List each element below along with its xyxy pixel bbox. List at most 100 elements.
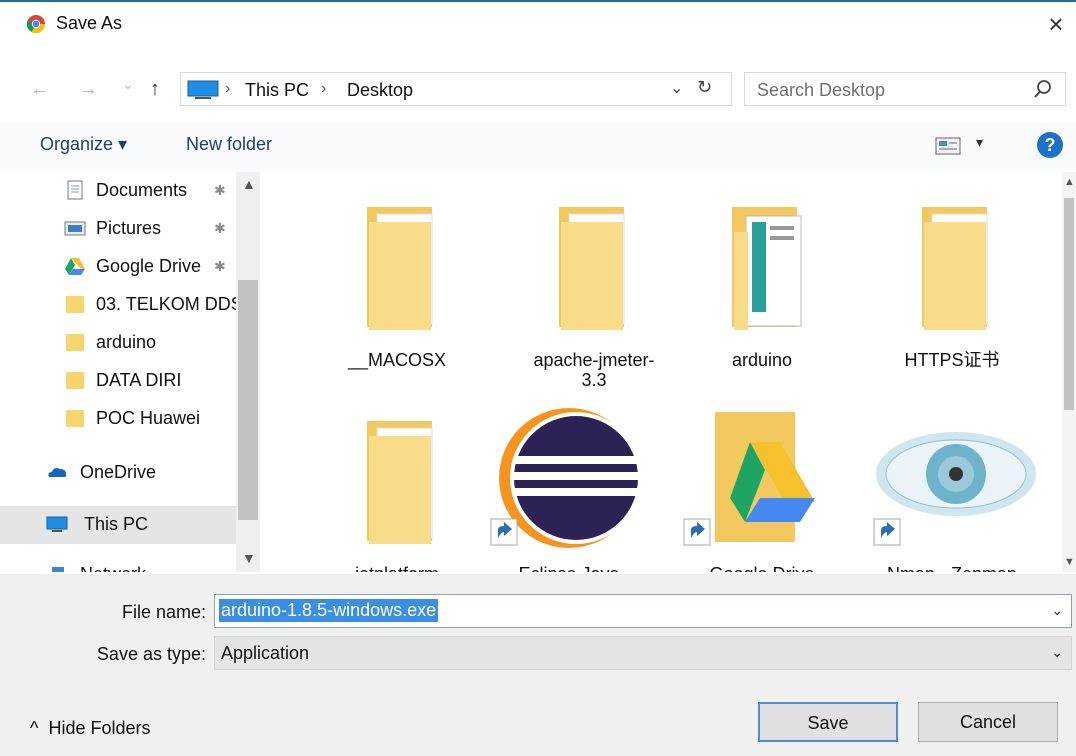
chrome-icon (26, 15, 45, 34)
breadcrumb-separator: › (225, 80, 231, 97)
sidebar-item-documents[interactable]: Documents ✱ (0, 172, 236, 210)
save-type-label: Save as type: (96, 644, 206, 664)
network-icon (52, 567, 64, 572)
file-name: iotplatform (302, 564, 492, 572)
folder-icon (66, 296, 84, 313)
pin-icon: ✱ (214, 258, 226, 274)
file-name-field[interactable]: arduino-1.8.5-windows.exe ⌄ (214, 594, 1072, 628)
folder-icon (66, 372, 84, 389)
sidebar-item-label: arduino (96, 332, 157, 352)
view-dropdown-icon[interactable]: ▾ (976, 134, 983, 151)
file-name: __MACOSX (347, 350, 447, 370)
address-row: ← → ⌄ ↑ › This PC › Desktop ⌄ ↻ Search D… (0, 68, 1076, 112)
save-type-select[interactable]: Application ⌄ (214, 636, 1072, 670)
sidebar-item-pictures[interactable]: Pictures ✱ (0, 210, 236, 248)
folder-icon (922, 207, 988, 330)
breadcrumb-separator: › (321, 80, 327, 97)
sidebar-item-data-diri[interactable]: DATA DIRI (0, 362, 236, 400)
view-options-icon[interactable] (935, 136, 961, 156)
breadcrumb-desktop[interactable]: Desktop (347, 80, 413, 101)
sidebar-item-telkom-dds[interactable]: 03. TELKOM DDS (0, 286, 243, 324)
onedrive-icon (48, 468, 67, 477)
file-item-arduino[interactable]: arduino (667, 182, 857, 382)
help-icon[interactable]: ? (1037, 132, 1063, 158)
save-as-dialog: Save As × ← → ⌄ ↑ › This PC › Desktop ⌄ … (0, 0, 1076, 756)
file-item-https[interactable]: HTTPS证书 (857, 182, 1047, 382)
navigation-scrollbar[interactable]: ▲ ▼ (236, 172, 260, 572)
sidebar-item-label: Pictures (96, 218, 162, 238)
breadcrumb-this-pc[interactable]: This PC (245, 80, 309, 101)
scroll-up-icon[interactable]: ▲ (1064, 176, 1075, 188)
save-button[interactable]: Save (758, 702, 898, 742)
sidebar-item-this-pc[interactable]: This PC (0, 506, 236, 544)
command-bar: Organize ▾ New folder ▾ ? (0, 122, 1076, 172)
file-item-google-drive[interactable]: Google Drive (667, 396, 857, 572)
close-button[interactable]: × (1038, 6, 1074, 42)
navigation-pane: Documents ✱ Pictures ✱ Google Drive ✱ 03… (0, 172, 262, 572)
save-options-panel: File name: arduino-1.8.5-windows.exe ⌄ S… (0, 574, 1076, 756)
recent-locations-button[interactable]: ⌄ (122, 76, 134, 93)
search-input[interactable]: Search Desktop (744, 72, 1066, 106)
this-pc-icon (46, 516, 68, 532)
address-dropdown-icon[interactable]: ⌄ (670, 78, 683, 98)
folder-icon (367, 421, 433, 544)
file-name-value: arduino-1.8.5-windows.exe (219, 599, 439, 622)
hide-folders-label: Hide Folders (48, 718, 151, 738)
save-type-value: Application (221, 643, 310, 663)
this-pc-icon (187, 80, 219, 99)
file-item-iotplatform[interactable]: iotplatform (302, 396, 492, 572)
cancel-button[interactable]: Cancel (918, 702, 1058, 742)
new-folder-button[interactable]: New folder (186, 134, 272, 155)
window-title: Save As (56, 13, 123, 33)
scroll-up-icon[interactable]: ▲ (242, 176, 256, 192)
sidebar-item-label: OneDrive (80, 462, 157, 482)
sidebar-item-label: DATA DIRI (96, 370, 182, 390)
shortcut-arrow-icon (683, 518, 711, 546)
scroll-down-icon[interactable]: ▼ (1064, 556, 1075, 568)
refresh-icon[interactable]: ↻ (697, 77, 712, 98)
title-bar: Save As × (0, 2, 1076, 44)
shortcut-arrow-icon (490, 518, 518, 546)
folder-icon (66, 334, 84, 351)
scrollbar-thumb[interactable] (1064, 198, 1074, 410)
sidebar-item-label: Network (80, 564, 146, 572)
address-bar[interactable]: › This PC › Desktop ⌄ ↻ (180, 72, 732, 106)
chevron-down-icon[interactable]: ⌄ (1051, 602, 1063, 619)
back-button[interactable]: ← (30, 78, 50, 101)
up-button[interactable]: ↑ (150, 78, 160, 101)
forward-button[interactable]: → (78, 78, 98, 101)
chevron-down-icon[interactable]: ⌄ (1051, 644, 1063, 661)
organize-button[interactable]: Organize ▾ (40, 134, 127, 155)
scroll-down-icon[interactable]: ▼ (242, 550, 256, 566)
sidebar-item-network[interactable]: Network (0, 556, 236, 572)
file-item-eclipse-java[interactable]: Eclipse Java (474, 396, 664, 572)
search-icon (1034, 80, 1051, 98)
sidebar-item-google-drive[interactable]: Google Drive ✱ (0, 248, 236, 286)
folder-icon (66, 410, 84, 427)
sidebar-item-arduino[interactable]: arduino (0, 324, 236, 362)
file-name: Google Drive (667, 564, 857, 572)
google-drive-icon (65, 258, 85, 275)
file-item-macosx[interactable]: __MACOSX (302, 182, 492, 382)
sidebar-item-onedrive[interactable]: OneDrive (0, 454, 236, 492)
folder-icon (367, 207, 433, 330)
file-item-nmap-zenmap[interactable]: Nmap - Zenmap (857, 396, 1047, 572)
sidebar-item-label: POC Huawei (96, 408, 201, 428)
pin-icon: ✱ (214, 220, 226, 236)
hide-folders-button[interactable]: ^ Hide Folders (30, 718, 151, 739)
pin-icon: ✱ (214, 182, 226, 198)
shortcut-arrow-icon (873, 518, 901, 546)
file-name-label: File name: (121, 602, 206, 622)
sidebar-item-label: This PC (84, 514, 149, 534)
file-list: __MACOSX apache-jmeter-3.3 arduino HTTPS… (262, 172, 1062, 572)
file-item-apache-jmeter[interactable]: apache-jmeter-3.3 (494, 182, 684, 390)
pictures-icon (64, 221, 86, 236)
file-list-scrollbar[interactable]: ▲ ▼ (1062, 172, 1076, 572)
file-name: HTTPS证书 (904, 350, 1000, 370)
file-name: arduino (731, 350, 793, 370)
sidebar-item-label: Google Drive (96, 256, 202, 276)
scrollbar-thumb[interactable] (238, 280, 258, 520)
sidebar-item-poc-huawei[interactable]: POC Huawei (0, 400, 236, 438)
documents-icon (67, 180, 83, 200)
google-drive-shortcut-icon (715, 412, 815, 542)
